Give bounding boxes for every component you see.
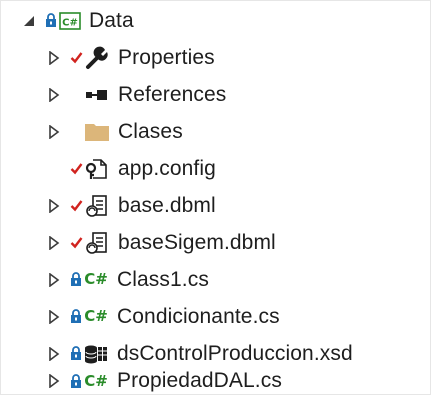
- tree-node-label: Clases: [118, 119, 183, 143]
- tree-node-basesigem-dbml[interactable]: baseSigem.dbml: [1, 224, 431, 261]
- tree-node-label: app.config: [118, 156, 216, 180]
- tree-node-label: Properties: [118, 45, 215, 69]
- csharp-file-icon: C#: [84, 371, 108, 390]
- solution-explorer-tree: C# Data Properties References Clases app…: [0, 0, 431, 395]
- tree-node-label: Class1.cs: [117, 267, 209, 291]
- dbml-file-icon: [83, 230, 111, 256]
- tree-node-label: PropiedadDAL.cs: [117, 369, 282, 392]
- references-icon: [83, 82, 111, 108]
- checkout-check-icon: [69, 50, 83, 66]
- csharp-file-icon: C#: [84, 307, 108, 325]
- tree-node-propiedaddal-cs[interactable]: C# PropiedadDAL.cs: [1, 366, 431, 395]
- tree-node-clases[interactable]: Clases: [1, 113, 431, 150]
- config-file-icon: [83, 156, 111, 182]
- lock-icon: [44, 13, 57, 29]
- tree-node-class1-cs[interactable]: C# Class1.cs: [1, 261, 431, 298]
- tree-node-properties[interactable]: Properties: [1, 39, 431, 76]
- dbml-file-icon: [83, 193, 111, 219]
- tree-node-label: dsControlProduccion.xsd: [117, 341, 353, 365]
- lock-icon: [69, 272, 82, 288]
- csharp-project-icon: C#: [58, 8, 82, 34]
- csharp-file-icon: C#: [84, 270, 108, 288]
- collapsed-arrow-icon[interactable]: [46, 373, 62, 389]
- checkout-check-icon: [69, 161, 83, 177]
- checkout-check-icon: [69, 198, 83, 214]
- lock-icon: [69, 309, 82, 325]
- collapsed-arrow-icon[interactable]: [46, 235, 62, 251]
- tree-node-app-config[interactable]: app.config: [1, 150, 431, 187]
- wrench-icon: [83, 45, 111, 71]
- tree-node-label: Condicionante.cs: [117, 304, 280, 328]
- lock-icon: [69, 373, 82, 389]
- folder-icon: [83, 119, 111, 145]
- svg-text:C#: C#: [62, 17, 78, 28]
- collapsed-arrow-icon[interactable]: [46, 198, 62, 214]
- collapsed-arrow-icon[interactable]: [46, 309, 62, 325]
- tree-node-base-dbml[interactable]: base.dbml: [1, 187, 431, 224]
- tree-node-label: baseSigem.dbml: [118, 230, 276, 254]
- lock-icon: [69, 346, 82, 362]
- tree-node-data[interactable]: C# Data: [1, 2, 431, 39]
- tree-node-references[interactable]: References: [1, 76, 431, 113]
- collapsed-arrow-icon[interactable]: [46, 87, 62, 103]
- expanded-arrow-icon[interactable]: [21, 13, 37, 29]
- collapsed-arrow-icon[interactable]: [46, 124, 62, 140]
- collapsed-arrow-icon[interactable]: [46, 50, 62, 66]
- tree-node-label: base.dbml: [118, 193, 216, 217]
- tree-node-condicionante-cs[interactable]: C# Condicionante.cs: [1, 298, 431, 335]
- tree-node-label: Data: [89, 8, 134, 32]
- collapsed-arrow-icon[interactable]: [46, 346, 62, 362]
- checkout-check-icon: [69, 235, 83, 251]
- collapsed-arrow-icon[interactable]: [46, 272, 62, 288]
- tree-node-label: References: [118, 82, 227, 106]
- dataset-icon: [82, 341, 110, 367]
